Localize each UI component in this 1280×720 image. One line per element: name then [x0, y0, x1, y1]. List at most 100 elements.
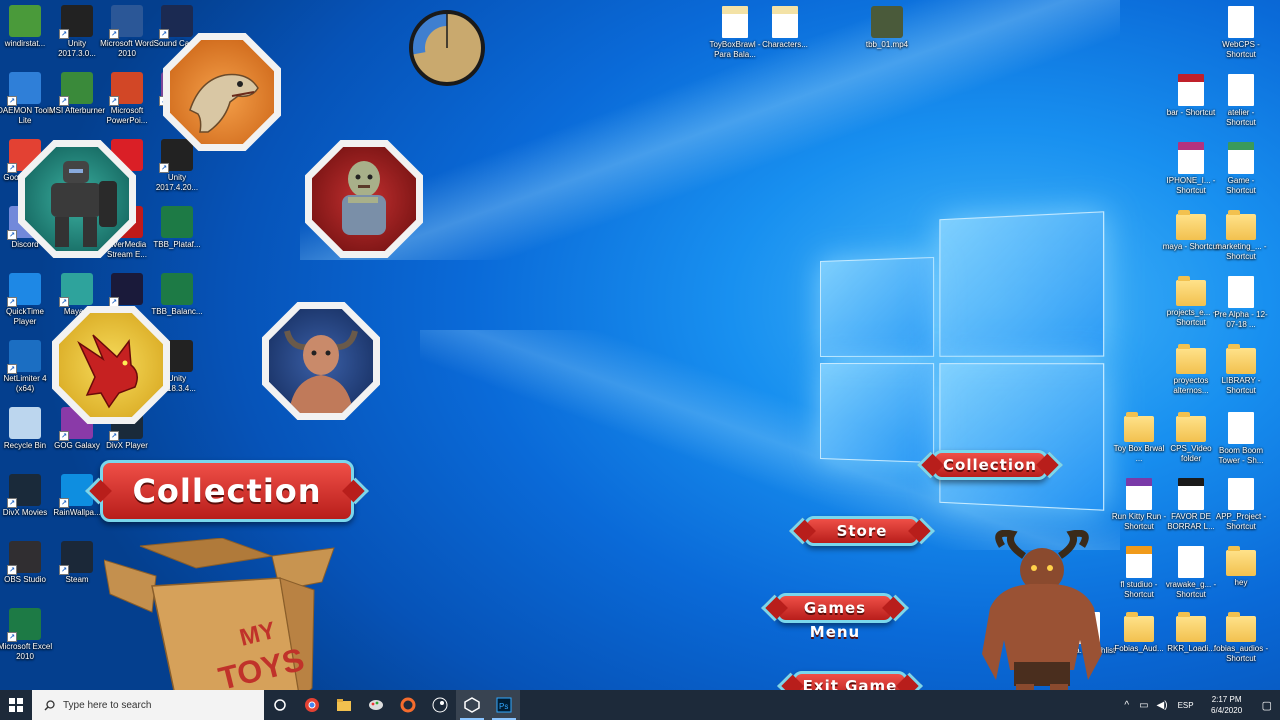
- desktop-icon[interactable]: ↗ DAEMON Tools Lite: [0, 72, 54, 125]
- recycle-bin-icon: [9, 407, 41, 439]
- desktop-icon-label: Toy Box Brwal ...: [1110, 444, 1168, 463]
- minotaur-character[interactable]: [262, 302, 380, 420]
- desktop-icon[interactable]: LIBRARY - Shortcut: [1212, 344, 1270, 395]
- shortcut-arrow-icon: ↗: [159, 163, 169, 173]
- shortcut-arrow-icon: ↗: [109, 431, 119, 441]
- desktop-icon[interactable]: ↗ OBS Studio: [0, 541, 54, 585]
- word-icon: ↗: [111, 5, 143, 37]
- file-icon: [772, 6, 798, 38]
- desktop-icon-label: DivX Player: [98, 441, 156, 451]
- desktop-icon[interactable]: Pre Alpha - 12-07-18 ...: [1212, 276, 1270, 329]
- unity-icon: [464, 697, 480, 713]
- taskbar-app-button[interactable]: [296, 690, 328, 720]
- desktop-icon-label: tbb_01.mp4: [858, 40, 916, 50]
- language-indicator[interactable]: ESP: [1172, 701, 1200, 710]
- divx-movies-icon: ↗: [9, 474, 41, 506]
- shortcut-arrow-icon: ↗: [59, 498, 69, 508]
- desktop-icon-label: APP_Project - Shortcut: [1212, 512, 1270, 531]
- desktop-icon[interactable]: marketing_... - Shortcut: [1212, 210, 1270, 261]
- desktop-icon[interactable]: WebCPS - Shortcut: [1212, 6, 1270, 59]
- desktop-icon-label: RainWallpa...: [48, 508, 106, 518]
- dinosaur-icon: [170, 40, 274, 144]
- folder-icon: [1226, 348, 1256, 374]
- steam-icon: ↗: [61, 541, 93, 573]
- shortcut-arrow-icon: ↗: [7, 498, 17, 508]
- desktop-icon-label: hey: [1212, 578, 1270, 588]
- file-icon: [1228, 276, 1254, 308]
- games-menu-button[interactable]: Games Menu: [776, 593, 894, 623]
- zombie-icon: [312, 147, 416, 251]
- taskbar-app-button[interactable]: [360, 690, 392, 720]
- desktop-icon[interactable]: TBB_Plataf...: [148, 206, 206, 250]
- collection-button[interactable]: Collection: [932, 450, 1048, 480]
- desktop-icon[interactable]: Boom Boom Tower - Sh...: [1212, 412, 1270, 465]
- desktop-icon-label: DAEMON Tools Lite: [0, 106, 54, 125]
- desktop-icon[interactable]: ↗ NetLimiter 4 (x64): [0, 340, 54, 393]
- desktop-icon-label: atelier - Shortcut: [1212, 108, 1270, 127]
- shortcut-arrow-icon: ↗: [59, 297, 69, 307]
- dinosaur-character[interactable]: [163, 33, 281, 151]
- svg-text:Ps: Ps: [499, 702, 508, 711]
- folder-icon: [1176, 214, 1206, 240]
- dragon-character[interactable]: [52, 306, 170, 424]
- desktop-icon-label: DivX Movies: [0, 508, 54, 518]
- paint-icon: [368, 697, 384, 713]
- taskbar-app-button[interactable]: [264, 690, 296, 720]
- desktop-icon-label: Characters...: [756, 40, 814, 50]
- desktop-icon[interactable]: ↗ Steam: [48, 541, 106, 585]
- desktop-icon[interactable]: windirstat...: [0, 5, 54, 49]
- desktop-icon[interactable]: Game - Shortcut: [1212, 142, 1270, 195]
- taskbar-app-button[interactable]: [392, 690, 424, 720]
- taskbar-search[interactable]: Type here to search: [32, 690, 264, 720]
- notifications-icon[interactable]: ▢: [1254, 699, 1280, 712]
- collection-large-button[interactable]: Collection: [100, 460, 354, 522]
- desktop-icon[interactable]: Characters...: [756, 6, 814, 50]
- clock[interactable]: 2:17 PM 6/4/2020: [1200, 694, 1254, 716]
- folder-icon: [1176, 616, 1206, 642]
- store-button[interactable]: Store: [804, 516, 920, 546]
- shortcut-arrow-icon: ↗: [109, 96, 119, 106]
- system-tray: ^ ▭ ◀) ESP 2:17 PM 6/4/2020 ▢: [1118, 690, 1280, 720]
- desktop-icon-label: Unity 2017.4.20...: [148, 173, 206, 192]
- start-button[interactable]: [0, 690, 32, 720]
- desktop-icon[interactable]: ↗ Microsoft Excel 2010: [0, 608, 54, 661]
- minotaur-icon: [269, 309, 373, 413]
- taskbar-app-button[interactable]: [424, 690, 456, 720]
- desktop-icon[interactable]: ↗ DivX Movies: [0, 474, 54, 518]
- desktop-icon[interactable]: TBB_Balanc...: [148, 273, 206, 317]
- volume-icon[interactable]: ◀): [1153, 700, 1172, 711]
- taskbar-app-button[interactable]: [328, 690, 360, 720]
- folder-icon: [1176, 348, 1206, 374]
- shortcut-arrow-icon: ↗: [7, 230, 17, 240]
- desktop-icon-label: Game - Shortcut: [1212, 176, 1270, 195]
- desktop-icon[interactable]: hey: [1212, 546, 1270, 588]
- photoshop-icon: Ps: [496, 697, 512, 713]
- taskbar-app-button[interactable]: [456, 690, 488, 720]
- taskbar-app-button[interactable]: Ps: [488, 690, 520, 720]
- folder-icon: [1176, 416, 1206, 442]
- msi-icon: ↗: [61, 72, 93, 104]
- chrome-icon: [304, 697, 320, 713]
- file-icon: [1228, 412, 1254, 444]
- folder-icon: [1226, 616, 1256, 642]
- desktop-icon-label: fobias_audios - Shortcut: [1212, 644, 1270, 663]
- desktop-icon[interactable]: tbb_01.mp4: [858, 6, 916, 50]
- shortcut-arrow-icon: ↗: [7, 632, 17, 642]
- desktop-icon[interactable]: atelier - Shortcut: [1212, 74, 1270, 127]
- desktop-icon[interactable]: ↗ QuickTime Player: [0, 273, 54, 326]
- desktop-icon[interactable]: fobias_audios - Shortcut: [1212, 612, 1270, 663]
- desktop-icon[interactable]: Recycle Bin: [0, 407, 54, 451]
- search-placeholder: Type here to search: [63, 700, 151, 711]
- desktop-icon-label: NetLimiter 4 (x64): [0, 374, 54, 393]
- desktop-icon[interactable]: APP_Project - Shortcut: [1212, 478, 1270, 531]
- desktop-icon[interactable]: Run Kitty Run - Shortcut: [1110, 478, 1168, 531]
- shortcut-arrow-icon: ↗: [59, 565, 69, 575]
- zombie-character[interactable]: [305, 140, 423, 258]
- shortcut-arrow-icon: ↗: [7, 96, 17, 106]
- chevron-up-icon[interactable]: ^: [1118, 700, 1135, 711]
- shortcut-arrow-icon: ↗: [7, 163, 17, 173]
- desktop-icon[interactable]: Toy Box Brwal ...: [1110, 412, 1168, 463]
- desktop-icon-label: WebCPS - Shortcut: [1212, 40, 1270, 59]
- network-icon[interactable]: ▭: [1135, 700, 1152, 711]
- powerpoint-icon: ↗: [111, 72, 143, 104]
